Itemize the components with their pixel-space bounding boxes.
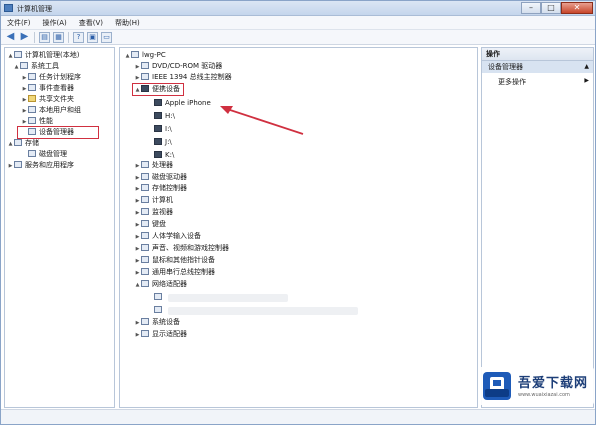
navigation-tree-pane: ▲ 计算机管理(本地) ▲ 系统工具 ▶ 任务计划程序 ▶ 事件查看器 ▶ 共享文件夹 ▶… [4, 47, 115, 408]
watermark-logo [483, 372, 511, 400]
expand-arrow-icon[interactable]: ▶ [21, 96, 28, 105]
actions-pane: 操作 设备管理器 ▲ 更多操作 ▶ [481, 47, 594, 408]
site-watermark: 吾爱下载网 www.wuaixiazai.com [478, 367, 594, 405]
users-icon [28, 106, 36, 113]
toolbar: ◀ ▶ ▤ ▦ ? ▣ ▭ [1, 30, 595, 45]
device-manager-highlight-box [17, 126, 99, 139]
window-title: 计算机管理 [17, 5, 52, 13]
collapse-arrow-icon[interactable]: ▲ [584, 61, 589, 73]
close-button[interactable]: ✕ [561, 2, 593, 14]
tree-item-performance[interactable]: ▶ 性能 [21, 117, 53, 126]
performance-icon [28, 117, 36, 124]
expand-arrow-icon[interactable]: ▲ [13, 63, 20, 72]
tree-item-services-applications[interactable]: ▶ 服务和应用程序 [7, 161, 74, 170]
tree-item-storage[interactable]: ▲ 存储 [7, 139, 39, 148]
expand-arrow-icon[interactable]: ▶ [21, 74, 28, 83]
device-tree-pane: ▲ lwg-PC ▶ DVD/CD-ROM 驱动器 ▶ IEEE 1394 总线主控制… [119, 47, 478, 408]
tree-item-local-users-groups[interactable]: ▶ 本地用户和组 [21, 106, 81, 115]
tree-item-task-scheduler[interactable]: ▶ 任务计划程序 [21, 73, 81, 82]
toolbar-separator [68, 31, 69, 43]
clock-icon [28, 73, 36, 80]
show-hide-tree-icon[interactable]: ▤ [39, 31, 50, 43]
more-actions-link[interactable]: 更多操作 [498, 77, 526, 87]
menu-bar: 文件(F) 操作(A) 查看(V) 帮助(H) [1, 16, 595, 30]
expand-arrow-icon[interactable]: ▶ [7, 162, 14, 171]
expand-arrow-icon[interactable]: ▲ [7, 52, 14, 61]
event-log-icon [28, 84, 36, 91]
maximize-button[interactable]: □ [541, 2, 561, 14]
status-bar [1, 409, 595, 424]
monitor-icon[interactable]: ▭ [101, 31, 112, 43]
menu-action[interactable]: 操作(A) [43, 18, 67, 28]
submenu-arrow-icon[interactable]: ▶ [584, 77, 589, 84]
tree-item-event-viewer[interactable]: ▶ 事件查看器 [21, 84, 74, 93]
watermark-url: www.wuaixiazai.com [518, 392, 570, 398]
storage-icon [14, 139, 22, 146]
computer-icon [14, 51, 22, 58]
folder-icon [28, 95, 36, 102]
tree-item-shared-folders[interactable]: ▶ 共享文件夹 [21, 95, 74, 104]
expand-arrow-icon[interactable]: ▶ [21, 107, 28, 116]
actions-header: 操作 [482, 48, 593, 61]
disk-icon [28, 150, 36, 157]
properties-icon[interactable]: ▦ [53, 31, 64, 43]
tools-icon [20, 62, 28, 69]
menu-view[interactable]: 查看(V) [79, 18, 103, 28]
watermark-brand: 吾爱下载网 [518, 376, 589, 391]
help-icon[interactable]: ? [73, 31, 84, 43]
tree-item-disk-management[interactable]: 磁盘管理 [21, 150, 67, 159]
tree-item-system-tools[interactable]: ▲ 系统工具 [13, 62, 59, 71]
title-bar: 计算机管理 – □ ✕ [1, 1, 595, 16]
computer-management-icon [4, 4, 13, 12]
minimize-button[interactable]: – [521, 2, 541, 14]
computer-management-window: 计算机管理 – □ ✕ 文件(F) 操作(A) 查看(V) 帮助(H) ◀ ▶ … [0, 0, 596, 425]
window-controls: – □ ✕ [521, 2, 593, 14]
menu-file[interactable]: 文件(F) [7, 18, 31, 28]
annotation-arrow-line [223, 107, 304, 135]
forward-arrow-icon[interactable]: ▶ [19, 31, 30, 43]
expand-arrow-icon[interactable]: ▶ [21, 85, 28, 94]
console-tree-icon[interactable]: ▣ [87, 31, 98, 43]
menu-help[interactable]: 帮助(H) [115, 18, 140, 28]
services-icon [14, 161, 22, 168]
annotation-arrow [220, 106, 304, 135]
actions-section-device-manager[interactable]: 设备管理器 ▲ [482, 61, 593, 73]
tree-item-computer-management[interactable]: ▲ 计算机管理(本地) [7, 51, 79, 60]
toolbar-separator [34, 31, 35, 43]
expand-arrow-icon[interactable]: ▲ [7, 140, 14, 149]
back-arrow-icon[interactable]: ◀ [5, 31, 16, 43]
